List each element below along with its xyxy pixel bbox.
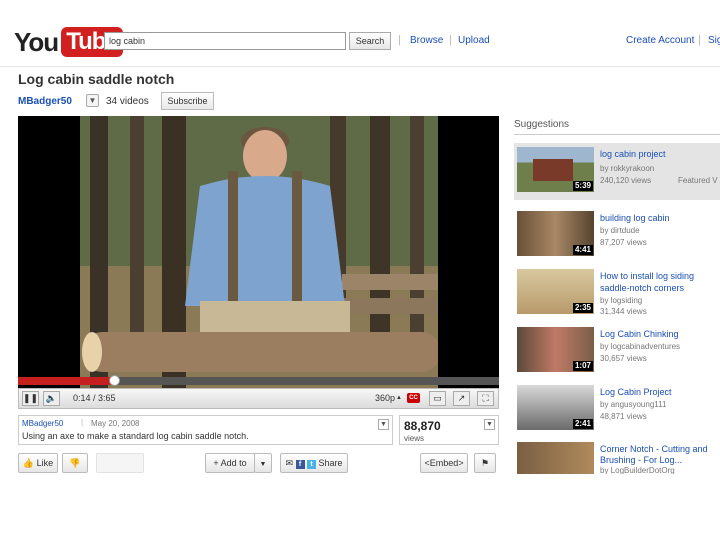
pause-icon[interactable]: ❚❚ — [22, 391, 39, 406]
search-input[interactable] — [104, 32, 346, 50]
nav-divider: | — [449, 34, 452, 46]
video-frame — [80, 116, 438, 388]
browse-link[interactable]: Browse — [410, 35, 443, 46]
captions-icon[interactable]: CC — [407, 393, 420, 403]
suggestion-author: by logcabinadventures — [600, 342, 681, 351]
nav-divider: | — [698, 34, 701, 46]
header-divider — [0, 66, 720, 67]
suggestion-thumbnail[interactable]: 4:41 — [517, 211, 594, 256]
video-duration: 2:41 — [572, 419, 593, 429]
expand-icon[interactable]: ↗ — [453, 391, 470, 406]
suggestion-views: 240,120 views — [600, 176, 652, 185]
video-count: 34 videos — [106, 96, 149, 107]
channel-link[interactable]: MBadger50 — [18, 96, 72, 107]
suggestion-views: 87,207 views — [600, 238, 647, 247]
suggestion-author: by angusyoung111 — [600, 400, 667, 409]
chevron-down-icon[interactable]: ▼ — [378, 419, 389, 430]
video-duration: 1:07 — [572, 361, 593, 371]
suggestions-heading: Suggestions — [514, 119, 570, 130]
info-divider: | — [81, 418, 84, 427]
suggestion-title[interactable]: How to install log siding — [600, 270, 720, 282]
suggestion-item[interactable]: 5:39 log cabin project by rokkyrakoon 24… — [514, 143, 720, 200]
plus-icon: + — [213, 458, 219, 468]
chevron-down-icon: ▼ — [259, 461, 267, 468]
thumbs-down-icon: 👎 — [69, 458, 81, 468]
suggestion-item[interactable]: Corner Notch - Cutting and Brushing - Fo… — [514, 438, 720, 474]
suggestion-thumbnail[interactable]: 2:35 — [517, 269, 594, 314]
volume-icon[interactable]: 🔈 — [43, 391, 60, 406]
suggestion-item[interactable]: 2:35 How to install log siding saddle-no… — [514, 265, 720, 321]
thumbs-up-icon: 👍 — [22, 458, 35, 468]
video-info-box: MBadger50 | May 20, 2008 Using an axe to… — [18, 415, 393, 445]
suggestion-title-line2[interactable]: saddle-notch corners — [600, 282, 720, 294]
suggestions-divider — [514, 134, 720, 135]
suggestion-thumbnail[interactable]: 5:39 — [517, 147, 594, 192]
view-count: 88,870 — [404, 419, 441, 433]
chevron-down-icon[interactable]: ▼ — [484, 419, 495, 430]
suggestion-title[interactable]: building log cabin — [600, 212, 720, 224]
sign-in-link[interactable]: Sig — [708, 35, 720, 46]
suggestion-title[interactable]: Log Cabin Project — [600, 386, 720, 398]
suggestion-views: 48,871 views — [600, 412, 647, 421]
suggestion-item[interactable]: 2:41 Log Cabin Project by angusyoung111 … — [514, 381, 720, 437]
suggestion-thumbnail[interactable]: 1:07 — [517, 327, 594, 372]
video-duration: 2:35 — [572, 303, 593, 313]
logo-you-text: You — [14, 26, 59, 57]
time-display: 0:14 / 3:65 — [73, 393, 116, 403]
add-to-label: Add to — [220, 458, 247, 468]
video-description: Using an axe to make a standard log cabi… — [22, 431, 249, 441]
quality-arrow-icon[interactable]: ▲ — [396, 389, 402, 408]
suggestion-author: by dirtdude — [600, 226, 640, 235]
featured-label: Featured V — [678, 176, 718, 185]
suggestion-author: by logsiding — [600, 296, 643, 305]
views-label: views — [404, 434, 425, 443]
fullscreen-icon[interactable]: ⛶ — [477, 391, 494, 406]
player-controls: ❚❚ 🔈 0:14 / 3:65 360p ▲ CC ▭ ↗ ⛶ — [18, 388, 499, 409]
suggestion-thumbnail[interactable] — [517, 442, 594, 474]
suggestion-item[interactable]: 4:41 building log cabin by dirtdude 87,2… — [514, 207, 720, 261]
flag-button[interactable]: ⚑ — [474, 453, 496, 473]
uploader-link[interactable]: MBadger50 — [22, 419, 63, 428]
share-label: Share — [318, 458, 343, 468]
flag-icon: ⚑ — [480, 458, 490, 468]
dislike-button[interactable]: 👎 — [62, 453, 88, 473]
like-button[interactable]: 👍 Like — [18, 453, 58, 473]
upload-link[interactable]: Upload — [458, 35, 490, 46]
video-duration: 4:41 — [572, 245, 593, 255]
share-button[interactable]: ✉ f t Share — [280, 453, 348, 473]
progress-fill — [18, 377, 115, 385]
suggestion-title[interactable]: log cabin project — [600, 148, 720, 160]
embed-button[interactable]: <Embed> — [420, 453, 468, 473]
suggestion-thumbnail[interactable]: 2:41 — [517, 385, 594, 430]
progress-bar[interactable] — [18, 377, 499, 385]
suggestion-views: 31,344 views — [600, 307, 647, 316]
suggestion-title[interactable]: Log Cabin Chinking — [600, 328, 720, 340]
suggestion-author: by rokkyrakoon — [600, 164, 655, 173]
video-player[interactable] — [18, 116, 499, 388]
like-label: Like — [36, 458, 54, 468]
upload-date: May 20, 2008 — [91, 419, 140, 428]
chevron-down-icon[interactable]: ▼ — [86, 94, 99, 107]
twitter-icon: t — [307, 460, 317, 469]
search-button[interactable]: Search — [349, 32, 391, 50]
create-account-link[interactable]: Create Account — [626, 35, 694, 46]
email-icon: ✉ — [285, 458, 293, 468]
views-box: 88,870 views ▼ — [399, 415, 499, 445]
popout-icon[interactable]: ▭ — [429, 391, 446, 406]
video-title: Log cabin saddle notch — [18, 71, 175, 87]
facebook-icon: f — [295, 460, 305, 469]
add-to-dropdown[interactable]: ▼ — [254, 453, 272, 473]
suggestion-item[interactable]: 1:07 Log Cabin Chinking by logcabinadven… — [514, 323, 720, 379]
disabled-button — [96, 453, 144, 473]
nav-divider: | — [398, 34, 401, 46]
quality-selector[interactable]: 360p — [375, 389, 395, 408]
subscribe-button[interactable]: Subscribe — [161, 92, 214, 110]
add-to-button[interactable]: + Add to — [205, 453, 255, 473]
suggestion-author: by LogBuilderDotOrg — [600, 466, 675, 474]
suggestion-title-line2[interactable]: Brushing - For Log... — [600, 454, 720, 466]
suggestion-views: 30,657 views — [600, 354, 647, 363]
video-duration: 5:39 — [572, 181, 593, 191]
